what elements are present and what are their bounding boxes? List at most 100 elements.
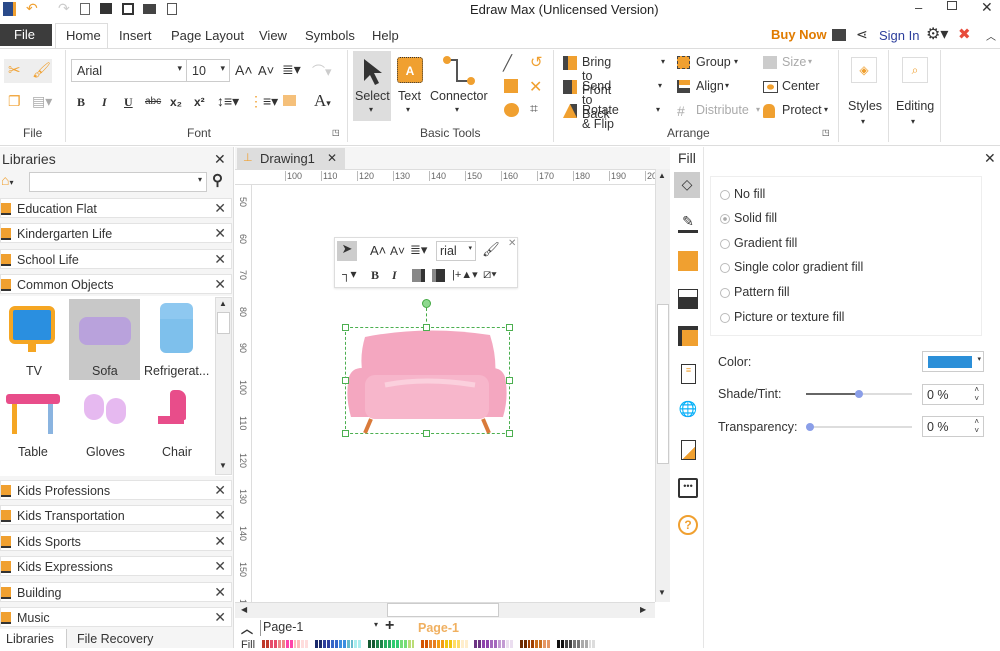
palette-swatch[interactable] [342,640,346,648]
palette-swatch[interactable] [498,640,501,648]
connector-tool-button[interactable]: Connector ▾ [429,53,491,121]
text-tool-button[interactable]: A Text ▾ [395,55,425,121]
library-close-icon[interactable]: ✕ [214,225,226,242]
redo-icon[interactable]: ↷ [58,0,70,17]
vertical-scrollbar-thumb[interactable] [657,304,669,464]
no-fill-label[interactable]: No fill [734,187,765,201]
palette-swatch[interactable] [399,640,403,648]
add-page-icon[interactable]: + [385,617,394,635]
shadow-icon[interactable] [678,251,698,271]
document-icon[interactable] [681,440,696,460]
underline-icon[interactable]: U [124,95,133,110]
mini-style-icon[interactable]: ⧄▾ [483,266,497,282]
undo-icon[interactable]: ↶ [26,0,38,17]
scroll-right-icon[interactable]: ▶ [640,605,646,614]
palette-swatch[interactable] [490,640,494,648]
palette-swatch[interactable] [576,640,580,648]
library-kids-transportation[interactable]: Kids Transportation ✕ [0,505,232,525]
palette-swatch[interactable] [509,640,513,648]
comment-icon[interactable]: ••• [678,478,698,498]
palette-swatch[interactable] [407,640,411,648]
palette-swatch[interactable] [527,640,531,648]
palette-swatch[interactable] [305,640,309,648]
resize-handle[interactable] [506,324,513,331]
print-icon[interactable] [143,4,156,14]
text-background-icon[interactable] [283,95,296,106]
mini-select-icon[interactable]: ➤ [337,241,357,261]
palette-swatch[interactable] [421,640,425,648]
superscript-icon[interactable]: x² [194,95,205,109]
library-close-icon[interactable]: ✕ [214,609,226,626]
image-icon[interactable] [678,289,698,309]
distribute-button[interactable]: # Distribute ▾ [677,103,760,119]
transparency-slider[interactable] [806,423,912,431]
mini-bring-front-icon[interactable] [412,269,425,282]
share-file-icon[interactable] [832,29,846,41]
palette-swatch[interactable] [560,640,564,648]
library-kids-expressions[interactable]: Kids Expressions ✕ [0,556,232,576]
tab-file-recovery[interactable]: File Recovery [67,629,167,648]
palette-swatch[interactable] [289,640,293,648]
palette-swatch[interactable] [297,640,301,648]
palette-swatch[interactable] [326,640,330,648]
library-close-icon[interactable]: ✕ [214,482,226,499]
palette-swatch[interactable] [429,640,433,648]
palette-swatch[interactable] [301,640,305,648]
palette-swatch[interactable] [444,640,448,648]
palette-swatch[interactable] [277,640,281,648]
palette-swatch[interactable] [281,640,285,648]
layers-icon[interactable] [678,326,698,346]
palette-swatch[interactable] [592,640,596,648]
fill-icon[interactable]: ◇ [674,172,700,198]
mini-align-icon[interactable]: ≣▾ [410,242,427,258]
styles-button[interactable]: ◈ Styles ▾ [843,55,885,135]
library-close-icon[interactable]: ✕ [214,507,226,524]
line-tool-icon[interactable]: ╱ [503,54,512,72]
crop-tool-icon[interactable]: ⌗ [530,100,538,117]
group-button[interactable]: Group ▾ [677,55,738,70]
line-icon[interactable]: ✎ [678,213,698,233]
font-size-select[interactable]: 10 ▾ [186,59,230,82]
shape-tv[interactable]: TV [2,300,64,378]
search-icon[interactable]: ⚲ [212,171,223,189]
shape-refrigerator[interactable]: Refrigerat... [142,300,214,378]
horizontal-scrollbar-thumb[interactable] [387,603,499,617]
palette-swatch[interactable] [564,640,568,648]
shape-chair[interactable]: Chair [142,388,214,460]
palette-swatch[interactable] [411,640,415,648]
export-icon[interactable] [167,3,177,15]
help-icon[interactable]: ? [678,515,698,535]
new-icon[interactable] [80,3,90,15]
mini-bold-icon[interactable]: B [371,268,379,283]
gradient-fill-label[interactable]: Gradient fill [734,236,797,250]
palette-swatch[interactable] [433,640,437,648]
library-kindergarten-life[interactable]: Kindergarten Life ✕ [0,223,232,243]
center-button[interactable]: Center [763,79,820,93]
palette-swatch[interactable] [315,640,319,648]
italic-icon[interactable]: I [102,95,107,110]
tab-close-icon[interactable]: ✕ [327,151,337,165]
library-close-icon[interactable]: ✕ [214,276,226,293]
libraries-close-icon[interactable]: ✕ [214,151,226,168]
palette-swatch[interactable] [322,640,326,648]
mini-shrink-font-icon[interactable]: A˅ [390,244,405,258]
gear-icon[interactable]: ⚙▾ [926,24,948,44]
palette-swatch[interactable] [358,640,362,648]
palette-swatch[interactable] [273,640,277,648]
palette-swatch[interactable] [293,640,297,648]
rotate-flip-button[interactable]: Rotate & Flip ▾ [563,103,660,131]
transparency-input[interactable]: 0 % ˄ ˅ [922,416,984,437]
palette-swatch[interactable] [572,640,576,648]
palette-swatch[interactable] [448,640,452,648]
subscript-icon[interactable]: x₂ [170,95,182,109]
resize-handle[interactable] [342,377,349,384]
horizontal-scrollbar[interactable]: ◀ ▶ [235,602,655,618]
palette-swatch[interactable] [319,640,322,648]
library-kids-sports[interactable]: Kids Sports ✕ [0,531,232,551]
grow-font-icon[interactable]: A˄ [235,62,253,78]
palette-swatch[interactable] [425,640,429,648]
library-close-icon[interactable]: ✕ [214,533,226,550]
collapse-page-bar-icon[interactable]: ︿ [241,620,253,637]
page-properties-icon[interactable]: ≡ [681,364,696,384]
palette-swatch[interactable] [557,640,560,648]
